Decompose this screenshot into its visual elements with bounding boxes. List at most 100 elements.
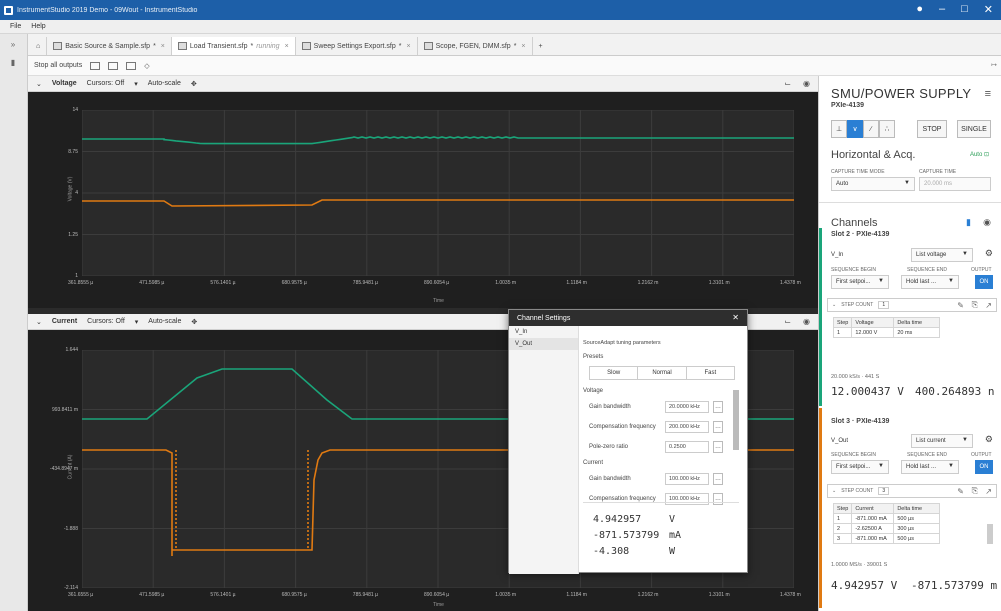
channel-list-item-selected[interactable]: V_Out [509, 338, 578, 350]
sequence-end-select[interactable]: Hold last ... ▼ [901, 275, 959, 289]
table-row[interactable]: 1 -871.000 mA 500 µs [832, 513, 941, 524]
menu-help[interactable]: Help [31, 23, 45, 30]
more-options-button[interactable]: … [713, 401, 723, 413]
chevron-down-icon[interactable]: ⌄ [832, 488, 836, 494]
autoscale-button[interactable]: Auto-scale [148, 318, 181, 325]
table-cell[interactable]: 300 µs [893, 523, 941, 534]
edit-icon[interactable]: ✎ [957, 301, 964, 310]
autoscale-button[interactable]: Auto-scale [148, 80, 181, 87]
table-cell[interactable]: 20 ms [893, 327, 941, 338]
chevron-down-icon[interactable]: ⌄ [832, 302, 836, 308]
param-value-input[interactable]: 100.000 kHz [665, 473, 709, 485]
preset-normal-button[interactable]: Normal [638, 367, 687, 379]
dialog-scrollbar[interactable] [733, 390, 739, 450]
tab-sweep-settings[interactable]: Sweep Settings Export.sfp * × [296, 37, 418, 55]
param-value-input[interactable]: 200.000 kHz [665, 421, 709, 433]
copy-icon[interactable]: ⎘ [972, 300, 978, 310]
table-row[interactable]: 1 12.000 V 20 ms [832, 327, 941, 338]
mode-sequence-icon[interactable]: ∨ [847, 120, 863, 138]
output-toggle[interactable]: ON [975, 460, 993, 474]
sequence-begin-select[interactable]: First setpoi... ▼ [831, 275, 889, 289]
gear-icon[interactable]: ⚙ [985, 434, 993, 445]
step-count-input[interactable]: 3 [878, 487, 890, 495]
table-cell[interactable]: 2 [832, 523, 853, 534]
more-options-button[interactable]: … [713, 421, 723, 433]
visibility-icon[interactable]: ◉ [803, 317, 810, 326]
cursors-dropdown[interactable]: Cursors: Off [87, 80, 125, 87]
sequence-begin-select[interactable]: First setpoi... ▼ [831, 460, 889, 474]
pan-icon[interactable]: ✥ [191, 318, 197, 326]
tab-scope-fgen-dmm[interactable]: Scope, FGEN, DMM.sfp * × [418, 37, 533, 55]
tab-load-transient[interactable]: Load Transient.sfp * running × [171, 37, 296, 55]
add-tab-button[interactable]: + [533, 37, 549, 55]
plot-options-icon[interactable]: ⌙ [784, 317, 791, 326]
source-mode-select[interactable]: List voltage ▼ [911, 248, 973, 262]
table-cell[interactable]: 3 [832, 533, 853, 544]
visibility-icon[interactable]: ◉ [983, 217, 991, 228]
tab-close-icon[interactable]: × [285, 43, 289, 50]
capture-time-mode-select[interactable]: Auto ▼ [831, 177, 915, 191]
mode-dc-icon[interactable]: ⊥ [831, 120, 847, 138]
table-scrollbar[interactable] [987, 524, 993, 544]
table-cell[interactable]: -871.000 mA [851, 513, 895, 524]
param-value-input[interactable]: 20.0000 kHz [665, 401, 709, 413]
auto-toggle[interactable]: Auto ⊡ [970, 151, 989, 158]
collapse-chevron-icon[interactable]: ⌄ [36, 318, 42, 326]
sequence-end-select[interactable]: Hold last ... ▼ [901, 460, 959, 474]
mode-sweep-icon[interactable]: ∕ [863, 120, 879, 138]
cursors-dropdown[interactable]: Cursors: Off [87, 318, 125, 325]
collapse-chevron-icon[interactable]: ⌄ [36, 80, 42, 88]
plot-options-icon[interactable]: ⌙ [784, 79, 791, 88]
panel-icon[interactable] [126, 61, 137, 70]
table-cell[interactable]: 12.000 V [851, 327, 895, 338]
home-button[interactable]: ⌂ [34, 37, 48, 55]
table-row[interactable]: 3 -871.000 mA 500 µs [832, 533, 941, 544]
table-cell[interactable]: 1 [832, 327, 853, 338]
table-cell[interactable]: 500 µs [893, 513, 941, 524]
save-icon[interactable]: ▮ [966, 217, 971, 228]
collapse-panel-icon[interactable]: ↦ [991, 61, 997, 69]
menu-file[interactable]: File [10, 23, 21, 30]
account-icon[interactable]: ● [916, 3, 923, 16]
more-options-button[interactable]: … [713, 473, 723, 485]
layout-icon[interactable] [90, 61, 101, 70]
page-icon[interactable]: ▮ [8, 58, 18, 67]
export-icon[interactable]: ↗ [985, 487, 992, 496]
capture-time-input[interactable]: 20.000 ms [919, 177, 991, 191]
single-button[interactable]: SINGLE [957, 120, 991, 138]
grid-icon[interactable] [108, 61, 119, 70]
param-value-input[interactable]: 100.000 kHz [665, 493, 709, 505]
settings-icon[interactable]: ◇ [144, 62, 149, 70]
stop-button[interactable]: STOP [917, 120, 947, 138]
preset-fast-button[interactable]: Fast [687, 367, 734, 379]
voltage-plot-area[interactable] [82, 110, 794, 276]
maximize-button[interactable]: □ [961, 3, 968, 16]
channel-list-item[interactable]: V_In [509, 326, 578, 338]
table-cell[interactable]: 1 [832, 513, 853, 524]
more-options-button[interactable]: … [713, 441, 723, 453]
minimize-button[interactable]: – [939, 3, 945, 16]
tab-close-icon[interactable]: × [407, 43, 411, 50]
pan-icon[interactable]: ✥ [191, 80, 197, 88]
step-count-input[interactable]: 1 [878, 301, 890, 309]
table-cell[interactable]: -2.62500 A [851, 523, 895, 534]
copy-icon[interactable]: ⎘ [972, 486, 978, 496]
edit-icon[interactable]: ✎ [957, 487, 964, 496]
tab-close-icon[interactable]: × [161, 43, 165, 50]
tab-close-icon[interactable]: × [521, 43, 525, 50]
table-row[interactable]: 2 -2.62500 A 300 µs [832, 523, 941, 534]
table-cell[interactable]: -871.000 mA [851, 533, 895, 544]
stop-all-outputs-button[interactable]: Stop all outputs [34, 62, 82, 69]
output-toggle[interactable]: ON [975, 275, 993, 289]
close-button[interactable]: ✕ [984, 3, 993, 16]
param-value-input[interactable]: 0.2500 [665, 441, 709, 453]
visibility-icon[interactable]: ◉ [803, 79, 810, 88]
expand-icon[interactable]: » [8, 40, 18, 49]
mode-custom-icon[interactable]: ∴ [879, 120, 895, 138]
source-mode-select[interactable]: List current ▼ [911, 434, 973, 448]
table-cell[interactable]: 500 µs [893, 533, 941, 544]
export-icon[interactable]: ↗ [985, 301, 992, 310]
close-icon[interactable]: ✕ [732, 313, 739, 322]
more-options-button[interactable]: … [713, 493, 723, 505]
menu-icon[interactable]: ≡ [985, 88, 991, 100]
